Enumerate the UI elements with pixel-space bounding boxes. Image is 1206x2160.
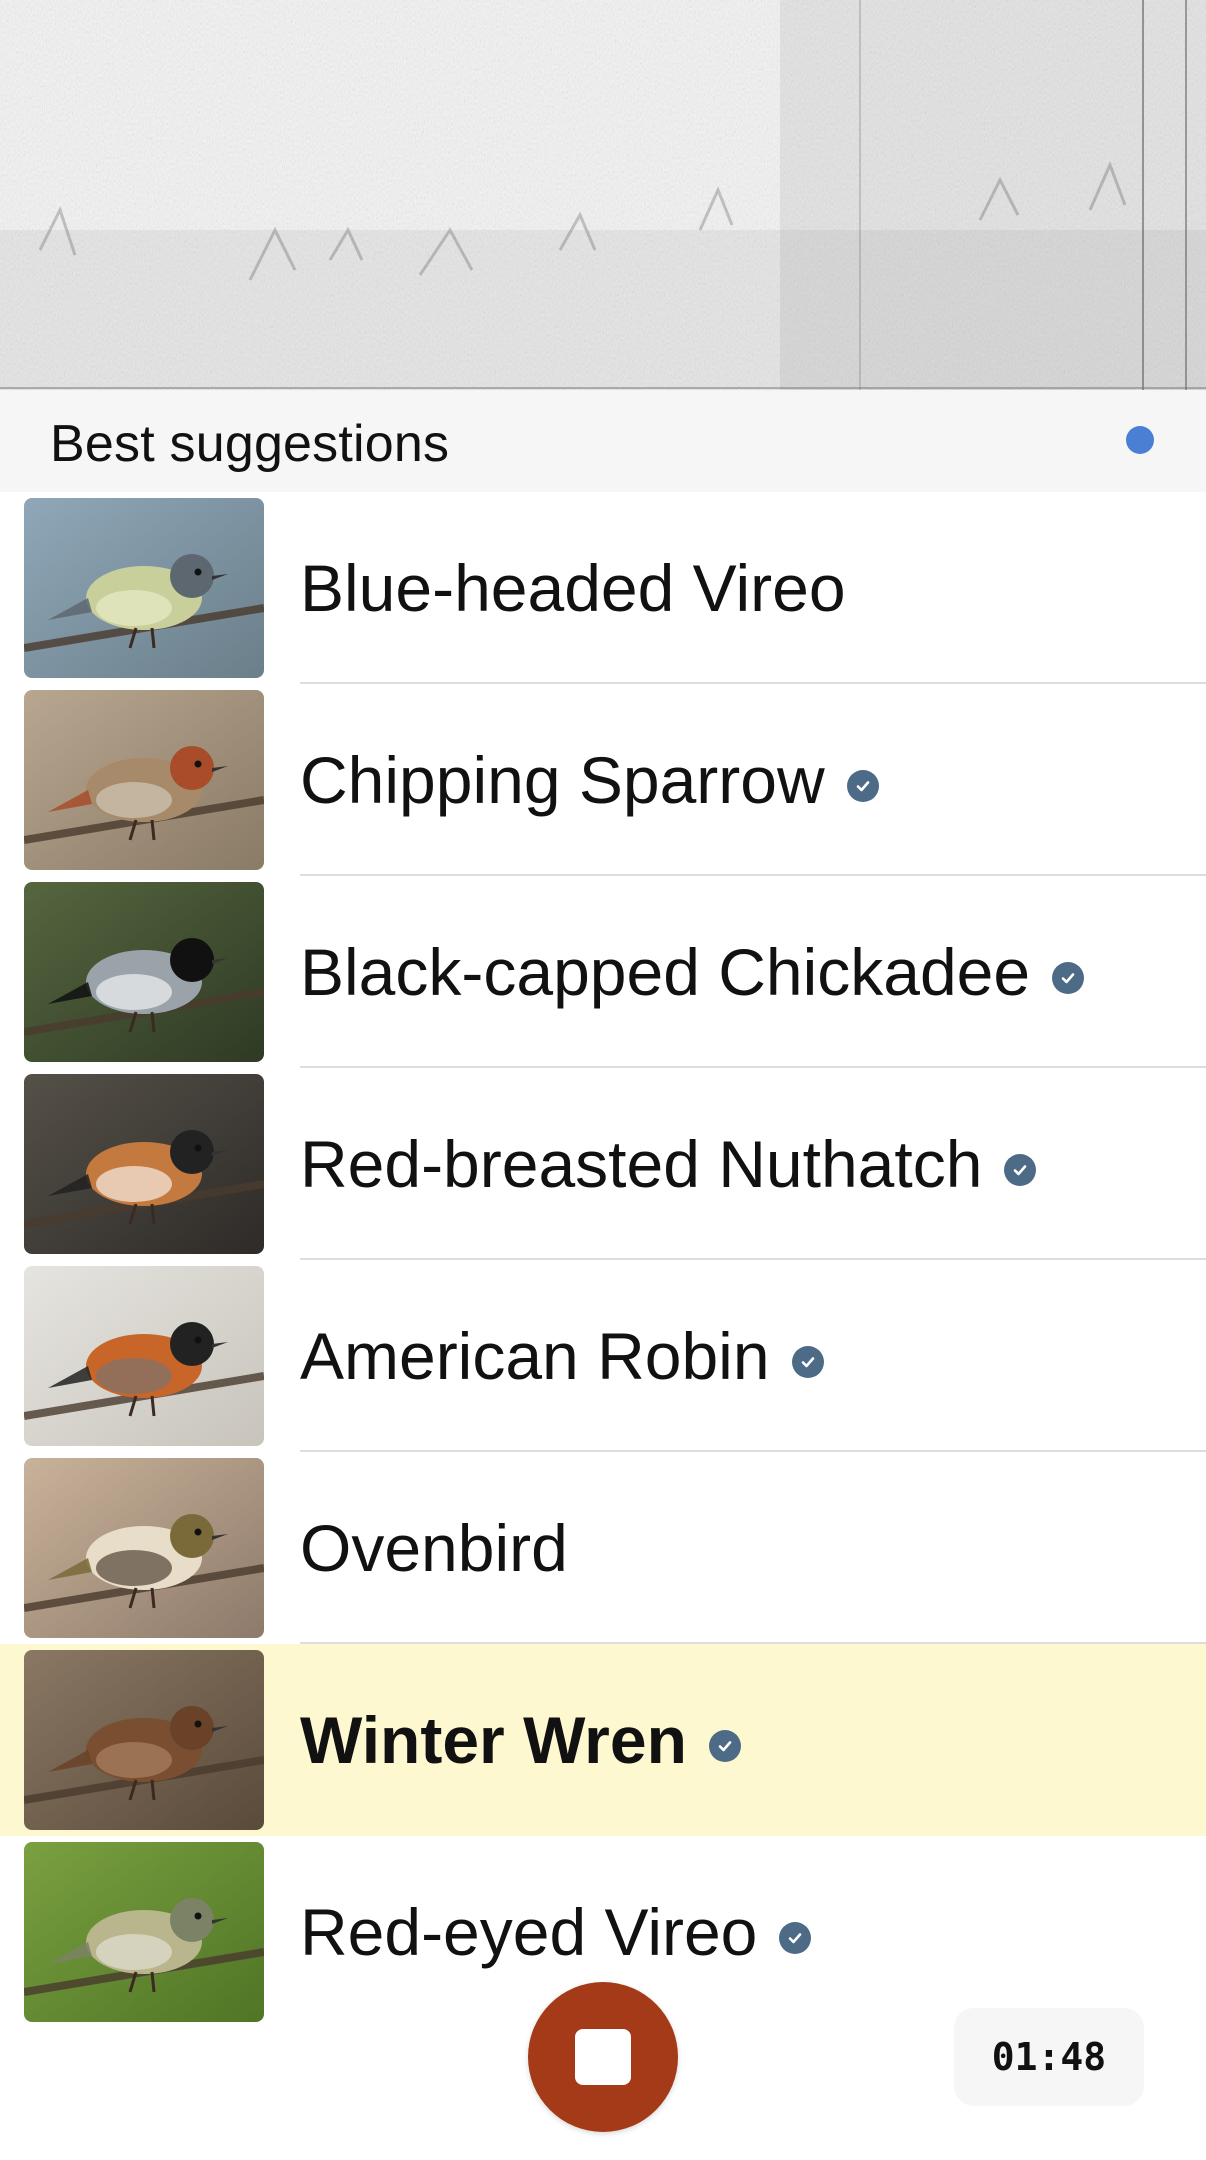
species-thumbnail: [24, 690, 264, 870]
species-label-group: Blue-headed Vireo: [300, 492, 846, 684]
winter-wren-photo: [24, 1650, 264, 1830]
checkmark-icon: [801, 1357, 814, 1368]
recording-timer: 01:48: [954, 2008, 1144, 2106]
species-label-group: American Robin: [300, 1260, 824, 1452]
stop-recording-button[interactable]: [528, 1982, 678, 2132]
verified-check-icon: [791, 1346, 824, 1378]
species-row[interactable]: Ovenbird: [0, 1452, 1206, 1644]
spectrogram-graphic: [0, 0, 1206, 390]
verified-check-icon: [1004, 1154, 1037, 1186]
verified-check-icon: [779, 1922, 812, 1954]
checkmark-icon: [789, 1933, 802, 1944]
checkmark-icon: [1061, 973, 1075, 984]
species-name: Winter Wren: [300, 1703, 687, 1777]
species-label-group: Winter Wren: [300, 1644, 741, 1836]
spectrogram: [0, 0, 1206, 390]
species-name: Red-eyed Vireo: [300, 1895, 758, 1969]
ovenbird-photo: [24, 1458, 264, 1638]
species-label-group: Black-capped Chickadee: [300, 876, 1085, 1068]
species-thumbnail: [24, 498, 264, 678]
red-eyed-vireo-photo: [24, 1842, 264, 2022]
species-name: American Robin: [300, 1319, 770, 1393]
species-name: Blue-headed Vireo: [300, 551, 846, 625]
species-thumbnail: [24, 1074, 264, 1254]
species-thumbnail: [24, 1266, 264, 1446]
species-row[interactable]: Winter Wren: [0, 1644, 1206, 1836]
species-label-group: Chipping Sparrow: [300, 684, 879, 876]
species-thumbnail: [24, 1842, 264, 2022]
species-thumbnail: [24, 1650, 264, 1830]
red-breasted-nuthatch-photo: [24, 1074, 264, 1254]
verified-check-icon: [1052, 962, 1085, 994]
species-list: Blue-headed Vireo Chipping Sparrow Black…: [0, 492, 1206, 2028]
verified-check-icon: [708, 1730, 741, 1762]
american-robin-photo: [24, 1266, 264, 1446]
species-row[interactable]: American Robin: [0, 1260, 1206, 1452]
checkmark-icon: [1014, 1165, 1027, 1176]
species-name: Red-breasted Nuthatch: [300, 1127, 983, 1201]
species-label-group: Red-breasted Nuthatch: [300, 1068, 1037, 1260]
species-row[interactable]: Chipping Sparrow: [0, 684, 1206, 876]
status-dot: [1126, 426, 1154, 454]
black-capped-chickadee-photo: [24, 882, 264, 1062]
species-row[interactable]: Red-breasted Nuthatch: [0, 1068, 1206, 1260]
species-name: Black-capped Chickadee: [300, 935, 1031, 1009]
checkmark-icon: [856, 781, 869, 792]
species-label-group: Ovenbird: [300, 1452, 568, 1644]
verified-check-icon: [846, 770, 879, 802]
species-thumbnail: [24, 882, 264, 1062]
chipping-sparrow-photo: [24, 690, 264, 870]
checkmark-icon: [718, 1741, 732, 1752]
species-row[interactable]: Black-capped Chickadee: [0, 876, 1206, 1068]
suggestions-header: Best suggestions: [0, 390, 1206, 492]
species-name: Chipping Sparrow: [300, 743, 825, 817]
stop-icon: [575, 2029, 631, 2085]
species-row[interactable]: Blue-headed Vireo: [0, 492, 1206, 684]
blue-headed-vireo-photo: [24, 498, 264, 678]
section-title: Best suggestions: [50, 415, 450, 473]
species-thumbnail: [24, 1458, 264, 1638]
species-name: Ovenbird: [300, 1511, 568, 1585]
